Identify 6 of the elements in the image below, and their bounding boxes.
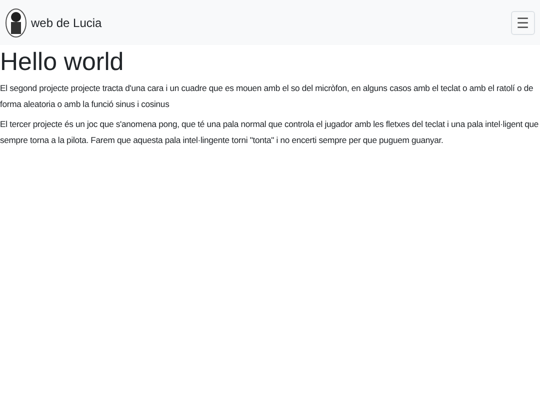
site-title[interactable]: web de Lucia <box>31 14 102 32</box>
menu-toggle-button[interactable]: ☰ <box>511 10 535 34</box>
paragraph: El segond projecte projecte tracta d'una cara i un cuadre que es mouen amb el so del micròfon, en alguns casos amb el teclat o amb el ratolí o de forma aleatoria o amb la funció sinus i cosinus <box>0 82 534 110</box>
paragraph: El tercer projecte és un joc que s'anomena pong, que té una pala normal que controla el jugador amb les fletxes del teclat i una pala intel·ligent que sempre torna a la pilota. Farem que aquesta pala intel·lingente torni "tonta" i no encerti sempre per que puguem guanyar. <box>0 118 540 147</box>
logo-icon <box>5 8 27 38</box>
page-heading: Hello world <box>0 47 125 77</box>
